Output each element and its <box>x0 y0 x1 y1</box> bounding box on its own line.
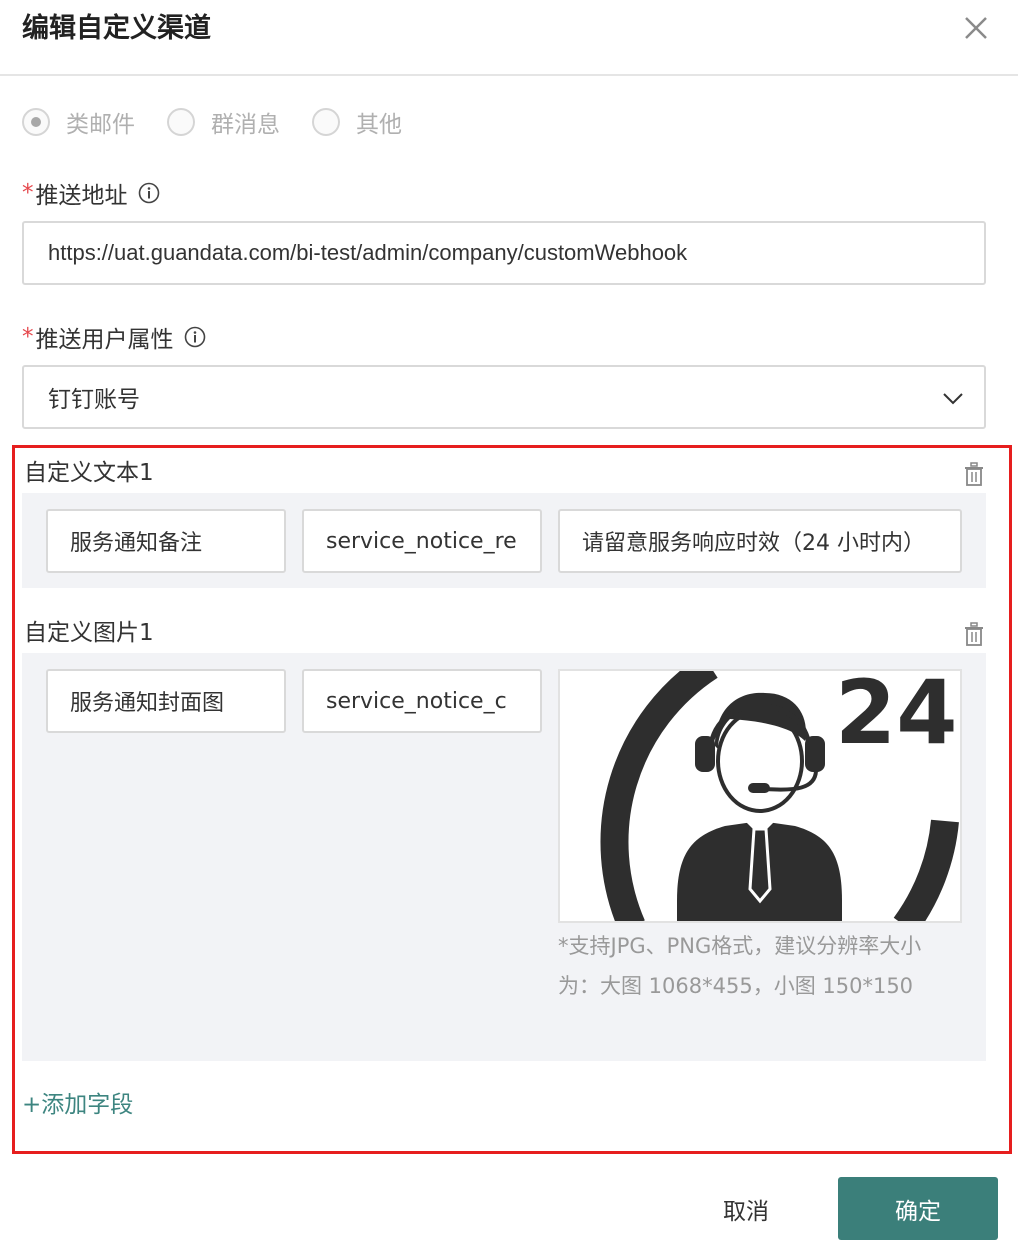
trash-icon[interactable] <box>962 621 986 647</box>
uploaded-image-preview[interactable]: 24 <box>558 669 962 923</box>
push-url-label-text: 推送地址 <box>35 183 128 209</box>
image-format-hint: *支持JPG、PNG格式，建议分辨率大小为：大图 1068*455，小图 150… <box>558 934 922 998</box>
radio-group-message[interactable]: 群消息 <box>167 105 280 139</box>
push-user-attr-label: * 推送用户属性 <box>22 320 206 354</box>
custom-image-name-input[interactable]: 服务通知封面图 <box>46 669 286 733</box>
trash-icon[interactable] <box>962 461 986 487</box>
custom-text-name-input[interactable]: 服务通知备注 <box>46 509 286 573</box>
close-icon[interactable] <box>958 10 994 46</box>
info-icon[interactable] <box>138 182 160 204</box>
dialog-header: 编辑自定义渠道 <box>0 0 1018 76</box>
required-mark: * <box>22 324 34 350</box>
info-icon[interactable] <box>184 326 206 348</box>
select-value: 钉钉账号 <box>48 387 140 413</box>
radio-label: 群消息 <box>211 112 280 138</box>
push-url-input[interactable]: https://uat.guandata.com/bi-test/admin/c… <box>22 221 986 285</box>
support-agent-24h-image: 24 <box>560 671 960 921</box>
custom-text-value-input[interactable]: 请留意服务响应时效（24 小时内） <box>558 509 962 573</box>
badge-24-text: 24 <box>835 671 957 764</box>
custom-text-title: 自定义文本1 <box>24 460 154 486</box>
add-field-link[interactable]: +添加字段 <box>22 1088 133 1122</box>
radio-button[interactable] <box>312 108 340 136</box>
custom-text-key-input[interactable]: service_notice_re <box>302 509 542 573</box>
custom-image-title: 自定义图片1 <box>24 620 154 646</box>
channel-type-radio-group: 类邮件 群消息 其他 <box>22 104 434 140</box>
confirm-button[interactable]: 确定 <box>838 1177 998 1240</box>
required-mark: * <box>22 180 34 206</box>
dialog-title: 编辑自定义渠道 <box>22 13 211 44</box>
custom-image-key-input[interactable]: service_notice_c <box>302 669 542 733</box>
radio-email-like[interactable]: 类邮件 <box>22 105 135 139</box>
radio-other[interactable]: 其他 <box>312 105 402 139</box>
radio-button-checked[interactable] <box>22 108 50 136</box>
push-user-attr-select[interactable]: 钉钉账号 <box>22 365 986 429</box>
radio-button[interactable] <box>167 108 195 136</box>
radio-label: 类邮件 <box>66 112 135 138</box>
push-url-label: * 推送地址 <box>22 176 160 210</box>
chevron-down-icon <box>943 393 963 405</box>
radio-label: 其他 <box>356 112 402 138</box>
push-user-attr-label-text: 推送用户属性 <box>35 327 174 353</box>
cancel-button[interactable]: 取消 <box>700 1178 792 1240</box>
